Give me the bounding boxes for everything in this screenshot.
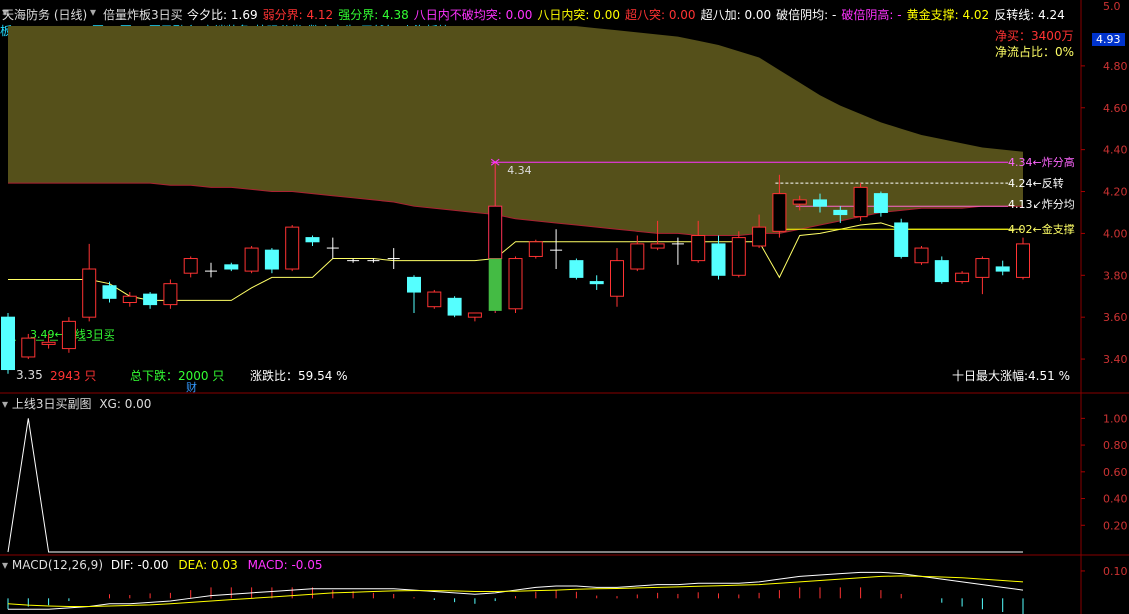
candle-body: [102, 285, 117, 299]
candle-body: [731, 237, 746, 276]
candle-body: [975, 258, 990, 278]
net-flow-ratio: 净流占比：0%: [995, 45, 1075, 59]
y-tick-label: 4.60: [1103, 102, 1128, 115]
candle-body: [569, 260, 584, 278]
y-tick-label: 3.40: [1103, 353, 1128, 366]
candle-body: [224, 264, 239, 270]
candle-body: [163, 283, 178, 306]
sub1-collapse-icon[interactable]: ▾: [2, 397, 8, 411]
macd-title[interactable]: MACD(12,26,9): [12, 558, 103, 572]
candle-body: [630, 243, 645, 270]
candle-body: [488, 205, 503, 260]
candle-body: [589, 281, 604, 285]
breakout-body: [488, 258, 502, 311]
candle-body: [41, 341, 56, 345]
candle-body: [995, 266, 1010, 272]
xg-value: 0.00: [124, 397, 152, 411]
level-label: 4.13↙炸分均: [1008, 198, 1075, 211]
y-tick-label: 3.80: [1103, 269, 1128, 282]
candle-body: [21, 337, 36, 358]
candle-body: [691, 235, 706, 262]
candle-body: [467, 312, 482, 318]
y-tick-label: 4.00: [1103, 227, 1128, 240]
candle-body: [427, 291, 442, 308]
candle-body: [447, 297, 462, 316]
candle-body: [183, 258, 198, 274]
xg-label: XG:: [99, 397, 121, 411]
dea-value: 0.03: [211, 558, 238, 572]
y-tick-label: 4.40: [1103, 144, 1128, 157]
sub1-header: ▾ 上线3日买副图 XG: 0.00: [2, 395, 151, 412]
y-tick-label: 0.20: [1103, 519, 1128, 532]
candle-body: [772, 193, 787, 232]
candle-body: [894, 222, 909, 257]
candle-body: [792, 199, 807, 205]
dif-label: DIF:: [110, 558, 134, 572]
candle-body: [650, 243, 665, 249]
candle-body: [285, 226, 300, 270]
y-tick-label: 3.60: [1103, 311, 1128, 324]
candle-body: [873, 193, 888, 213]
y-tick-label: 0.80: [1103, 439, 1128, 452]
sub2-collapse-icon[interactable]: ▾: [2, 558, 8, 572]
chart-canvas[interactable]: 3.403.603.804.004.204.404.604.805.03.49←…: [0, 0, 1129, 614]
y-tick-label: 0.60: [1103, 466, 1128, 479]
up-count: 2943 只: [50, 369, 97, 383]
finance-badge[interactable]: 财: [186, 379, 197, 395]
level-label: 4.24←反转: [1008, 176, 1064, 190]
y-tick-label: 4.80: [1103, 60, 1128, 73]
candle-body: [813, 199, 827, 207]
xg-line: [7, 418, 1023, 553]
low-price-label: 3.35: [16, 368, 43, 382]
candle-body: [143, 293, 158, 306]
candle-body: [914, 247, 929, 264]
dif-value: -0.00: [137, 558, 169, 572]
candle-body: [264, 249, 279, 270]
level-label: 4.34←炸分高: [1008, 155, 1075, 169]
macd-label: MACD:: [247, 558, 288, 572]
max-rise: 十日最大涨幅:4.51 %: [952, 369, 1070, 383]
macd-value: -0.05: [291, 558, 323, 572]
sub1-title[interactable]: 上线3日买副图: [12, 397, 92, 411]
y-tick-label: 0.10: [1103, 565, 1128, 578]
candle-body: [955, 272, 970, 283]
high-marker-label: 4.34: [507, 164, 532, 177]
candle-body: [752, 226, 767, 247]
candle-body: [407, 276, 421, 293]
y-tick-label: 1.00: [1103, 412, 1128, 425]
candle-body: [1, 316, 15, 371]
candle-body: [528, 241, 543, 257]
net-buy: 净买：3400万: [995, 29, 1074, 43]
level-label: 4.02←金支撑: [1008, 222, 1075, 236]
sub2-header: ▾ MACD(12,26,9) DIF: -0.00 DEA: 0.03 MAC…: [2, 558, 323, 572]
candle-body: [508, 258, 523, 310]
candle-body: [610, 260, 624, 297]
candle-body: [122, 295, 137, 304]
candle-body: [305, 237, 320, 243]
down-total: 总下跌：2000 只: [130, 369, 225, 383]
y-tick-label: 5.0: [1103, 0, 1121, 13]
candle-body: [934, 260, 949, 283]
candle-body: [853, 186, 868, 218]
candle-body: [1016, 243, 1030, 278]
candle-body: [82, 268, 97, 318]
dea-label: DEA:: [178, 558, 208, 572]
y-tick-label: 0.40: [1103, 493, 1128, 506]
rise-ratio: 涨跌比：59.54 %: [250, 369, 348, 383]
candle-body: [711, 243, 726, 276]
candle-body: [833, 209, 848, 216]
trend-band: [8, 26, 1023, 236]
price-tag: 4.93: [1092, 33, 1125, 46]
candle-body: [61, 320, 76, 350]
candle-body: [244, 247, 259, 272]
y-tick-label: 4.20: [1103, 186, 1128, 199]
